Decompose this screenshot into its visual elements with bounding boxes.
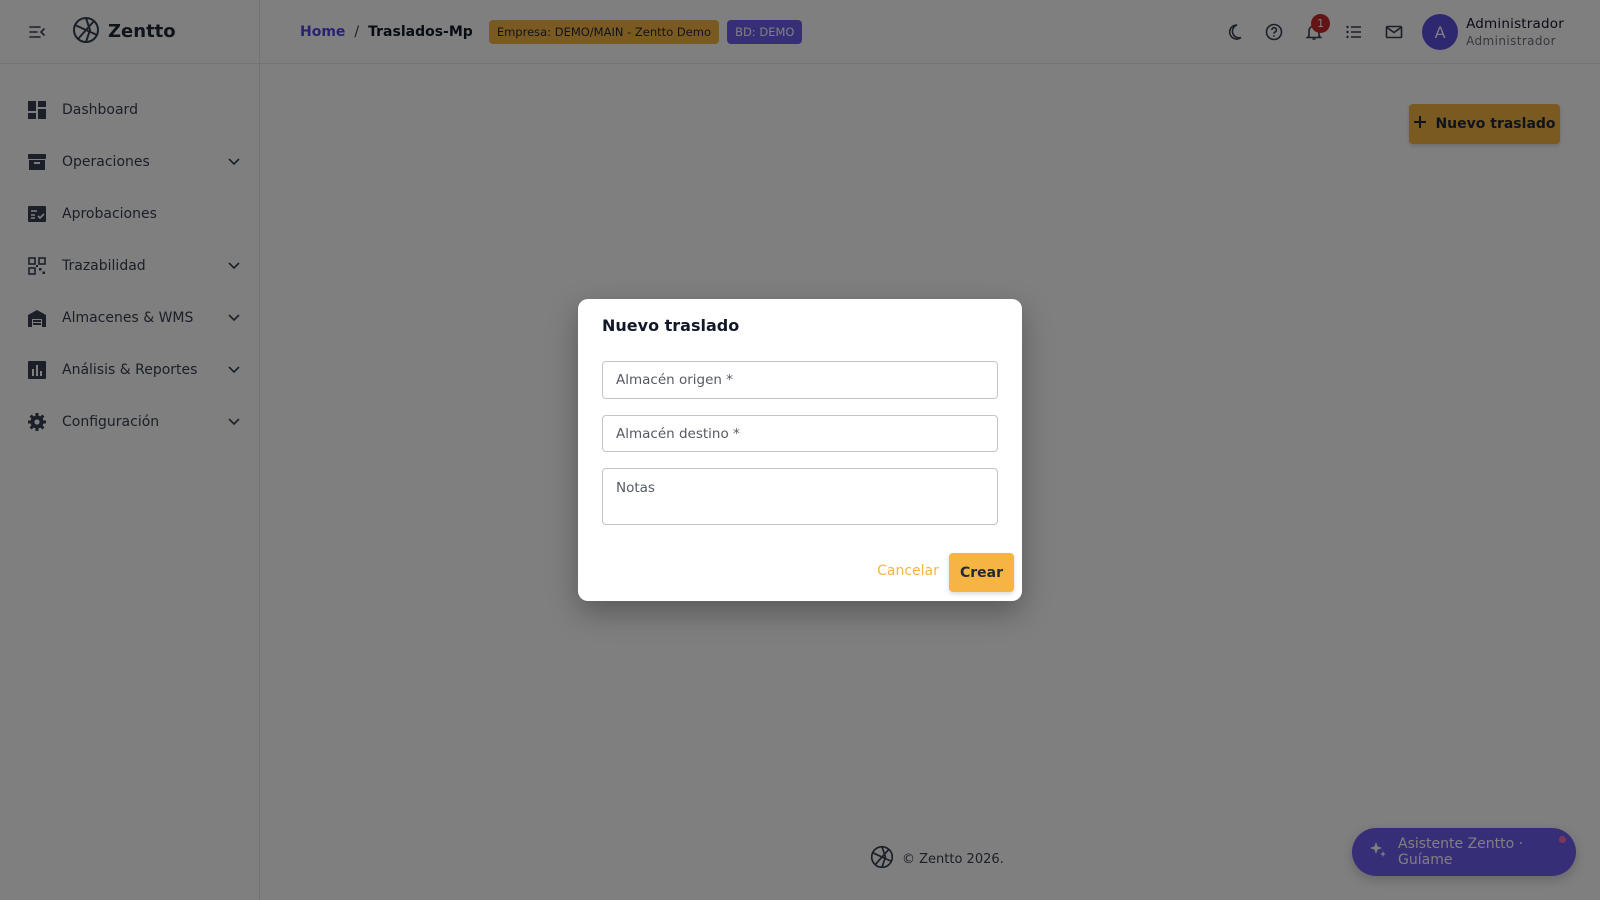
- new-transfer-dialog: Nuevo traslado Cancelar Crear: [578, 299, 1022, 601]
- dialog-title: Nuevo traslado: [602, 316, 740, 335]
- destination-warehouse-field[interactable]: [602, 415, 998, 452]
- create-button[interactable]: Crear: [949, 553, 1014, 592]
- cancel-button[interactable]: Cancelar: [874, 551, 942, 591]
- origin-warehouse-field[interactable]: [602, 361, 998, 399]
- notes-field[interactable]: [602, 468, 998, 525]
